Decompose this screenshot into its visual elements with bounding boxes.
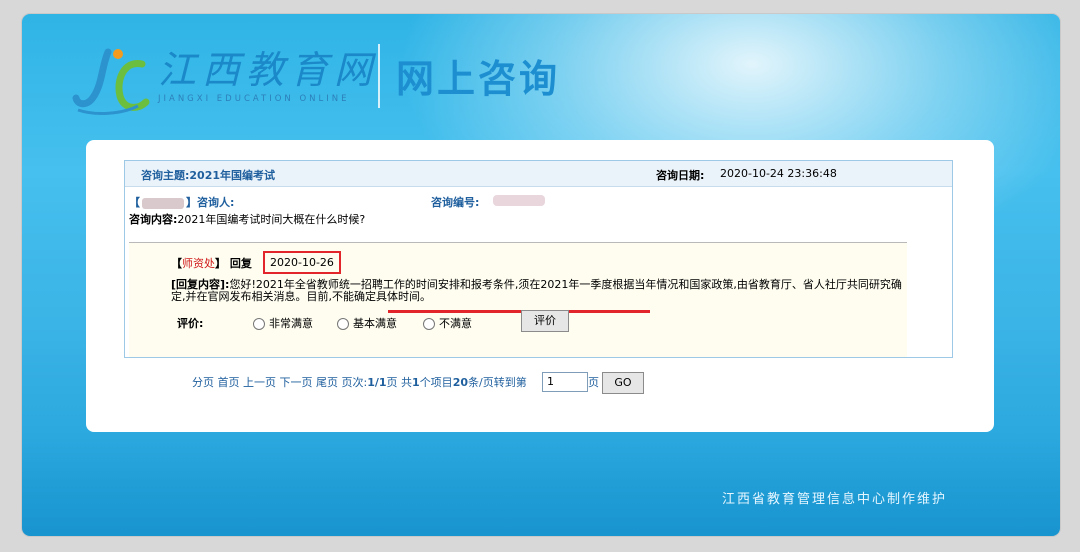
page-title: 网上咨询	[396, 57, 561, 101]
consult-number-label: 咨询编号:	[431, 196, 480, 209]
brand-chinese: 江西教育网	[158, 48, 379, 92]
radio-icon[interactable]	[423, 318, 435, 330]
page-unit: 页	[588, 376, 599, 389]
content-value: 2021年国编考试时间大概在什么时候?	[177, 213, 366, 226]
consult-topbar: 咨询主题:2021年国编考试 咨询日期: 2020-10-24 23:36:48	[125, 161, 952, 187]
subject-value: 2021年国编考试	[189, 169, 276, 182]
brand-english: JIANGXI EDUCATION ONLINE	[158, 94, 350, 104]
consult-number-redacted	[493, 195, 545, 206]
pager-text-a[interactable]: 分页 首页 上一页 下一页 尾页 页次:	[192, 376, 367, 389]
option-label: 不满意	[439, 317, 472, 330]
option-label: 非常满意	[269, 317, 313, 330]
rate-button[interactable]: 评价	[521, 310, 569, 332]
rating-label: 评价:	[177, 317, 204, 330]
footer-credit: 江西省教育管理信息中心制作维护	[722, 492, 948, 507]
reply-org: 师资处	[182, 257, 215, 270]
content-label: 咨询内容:	[129, 213, 178, 226]
consult-content: 咨询内容:2021年国编考试时间大概在什么时候?	[129, 211, 365, 227]
pager: 分页 首页 上一页 下一页 尾页 页次:1/1页 共1个项目20条/页转到第	[192, 374, 527, 390]
jiangxi-education-logo-icon	[72, 48, 150, 115]
page-input[interactable]: 1	[542, 372, 588, 392]
pager-text-c: 个项目	[419, 376, 453, 389]
reply-content: [回复内容]:您好!2021年全省教师统一招聘工作的时间安排和报考条件,须在20…	[171, 279, 911, 303]
reply-head: 【师资处】 回复 2020-10-26	[171, 251, 341, 274]
asker-row: 【 】咨询人:	[129, 194, 234, 210]
radio-icon[interactable]	[253, 318, 265, 330]
reply-date: 2020-10-26	[263, 251, 341, 274]
org-bracket-close: 】	[215, 257, 226, 270]
org-bracket-open: 【	[171, 257, 182, 270]
highlight-underline	[388, 310, 650, 313]
consult-box: 咨询主题:2021年国编考试 咨询日期: 2020-10-24 23:36:48…	[124, 160, 953, 358]
option-label: 基本满意	[353, 317, 397, 330]
pager-status: 1/1	[367, 376, 387, 389]
consult-panel: 咨询主题:2021年国编考试 咨询日期: 2020-10-24 23:36:48…	[86, 140, 994, 432]
pager-text-d: 条/页转到第	[468, 376, 527, 389]
asker-label: 】咨询人:	[186, 196, 235, 209]
date-value: 2020-10-24 23:36:48	[720, 167, 837, 180]
page-frame: 江西教育网 JIANGXI EDUCATION ONLINE 网上咨询 咨询主题…	[22, 14, 1060, 536]
reply-content-value: 您好!2021年全省教师统一招聘工作的时间安排和报考条件,须在2021年一季度根…	[171, 278, 902, 303]
pager-count: 1	[412, 376, 420, 389]
radio-icon[interactable]	[337, 318, 349, 330]
reply-section: 【师资处】 回复 2020-10-26 [回复内容]:您好!2021年全省教师统…	[129, 242, 907, 357]
rating-option-very-satisfied[interactable]: 非常满意	[253, 315, 313, 331]
consult-subject: 咨询主题:2021年国编考试	[141, 167, 275, 183]
date-label: 咨询日期:	[656, 169, 705, 182]
go-button[interactable]: GO	[602, 372, 644, 394]
rating-option-unsatisfied[interactable]: 不满意	[423, 315, 472, 331]
pager-text-b: 页 共	[386, 376, 413, 389]
subject-label: 咨询主题:	[141, 169, 190, 182]
header-divider	[378, 44, 380, 108]
asker-name-redacted	[142, 197, 184, 209]
site-brand: 江西教育网 JIANGXI EDUCATION ONLINE	[158, 48, 378, 104]
rating-option-satisfied[interactable]: 基本满意	[337, 315, 397, 331]
asker-bracket: 【	[129, 196, 140, 209]
reply-label: 回复	[229, 257, 252, 270]
pager-per-page: 20	[452, 376, 468, 389]
